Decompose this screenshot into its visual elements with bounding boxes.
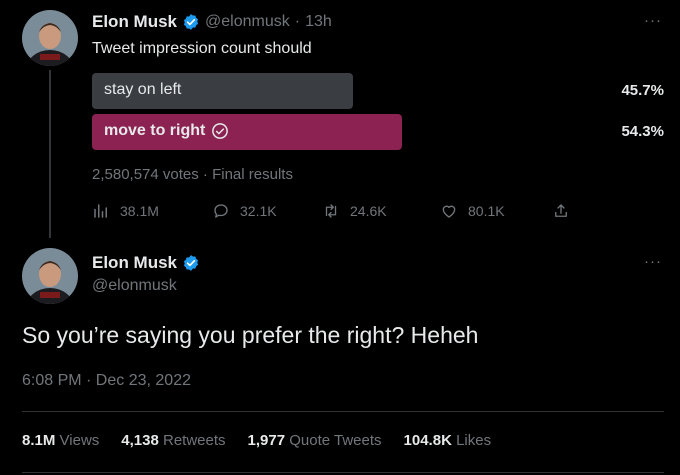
reply-count: 32.1K (240, 203, 277, 219)
views-count: 38.1M (120, 203, 159, 219)
verified-badge-icon (182, 13, 200, 31)
tweet-time[interactable]: 13h (305, 13, 332, 31)
tweet-timestamp[interactable]: 6:08 PM · Dec 23, 2022 (22, 372, 191, 390)
separator-dot: · (294, 13, 301, 30)
tweet-header: Elon Musk @elonmusk · 13h (92, 12, 332, 32)
author-name[interactable]: Elon Musk (92, 253, 177, 273)
divider (22, 411, 664, 412)
poll-option-label: stay on left (104, 81, 181, 99)
poll: stay on left 45.7% move to right 54.3% (92, 73, 664, 153)
reply-icon (212, 202, 230, 220)
retweet-count: 24.6K (350, 203, 387, 219)
tweet-text: Tweet impression count should (92, 40, 312, 57)
stat-quote-tweets[interactable]: 1,977 Quote Tweets (248, 432, 382, 449)
reply-button[interactable]: 32.1K (212, 202, 277, 220)
share-button[interactable] (552, 202, 570, 220)
divider (22, 472, 664, 473)
more-options-button[interactable]: ··· (644, 12, 662, 29)
check-circle-icon (211, 122, 229, 140)
verified-badge-icon (182, 254, 200, 272)
avatar[interactable] (22, 10, 78, 66)
poll-option-text: stay on left (104, 81, 182, 98)
share-icon (552, 202, 570, 220)
retweet-button[interactable]: 24.6K (322, 202, 387, 220)
tweet-text: So you’re saying you prefer the right? H… (22, 322, 479, 348)
views-icon (92, 202, 110, 220)
stat-views[interactable]: 8.1M Views (22, 432, 99, 449)
author-handle[interactable]: @elonmusk (205, 13, 290, 31)
poll-option-percent: 54.3% (621, 123, 664, 140)
views-button[interactable]: 38.1M (92, 202, 159, 220)
poll-summary: 2,580,574 votes · Final results (92, 166, 293, 183)
tweet-header: Elon Musk (92, 253, 200, 273)
author-name[interactable]: Elon Musk (92, 12, 177, 32)
avatar[interactable] (22, 248, 78, 304)
thread-line (49, 70, 51, 238)
engagement-stats: 8.1M Views 4,138 Retweets 1,977 Quote Tw… (22, 432, 491, 449)
poll-option-label: move to right (104, 122, 229, 140)
stat-likes[interactable]: 104.8K Likes (404, 432, 492, 449)
more-options-button[interactable]: ··· (644, 253, 662, 270)
like-count: 80.1K (468, 203, 505, 219)
stat-retweets[interactable]: 4,138 Retweets (121, 432, 225, 449)
poll-option-percent: 45.7% (621, 82, 664, 99)
poll-option-text: move to right (104, 122, 206, 139)
retweet-icon (322, 202, 340, 220)
like-button[interactable]: 80.1K (440, 202, 505, 220)
author-handle[interactable]: @elonmusk (92, 277, 177, 295)
like-icon (440, 202, 458, 220)
